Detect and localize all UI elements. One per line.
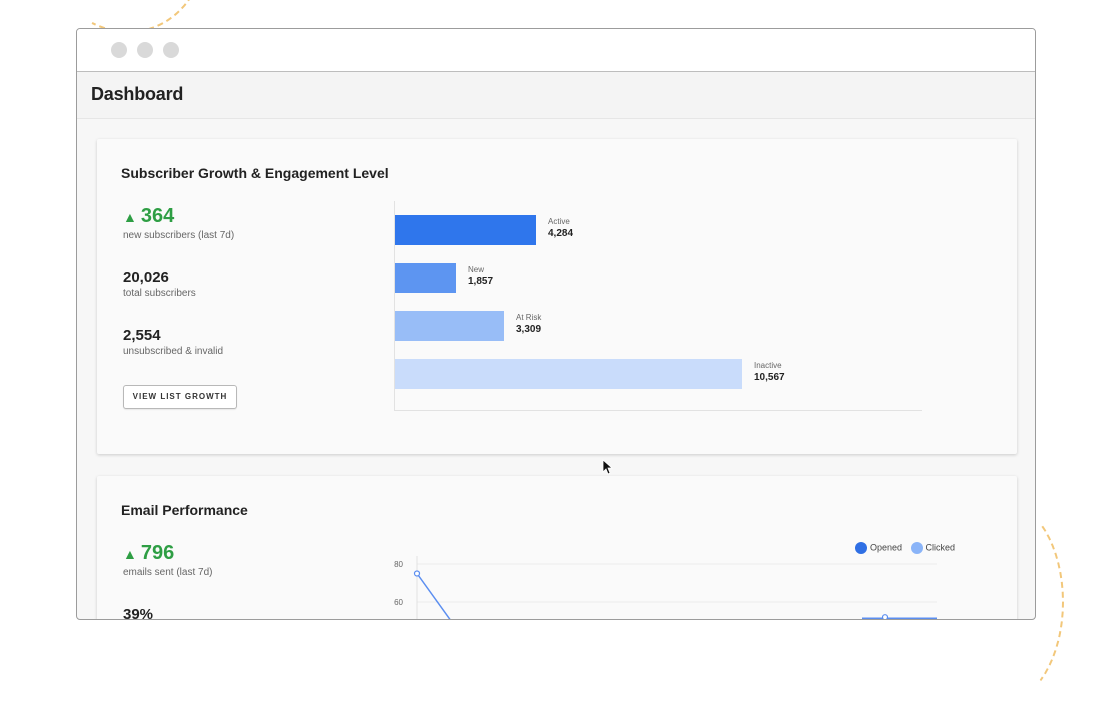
bar-active[interactable] [395, 215, 536, 245]
stat-value: 796 [140, 542, 175, 564]
bar-value-label: 10,567 [754, 372, 785, 383]
stat-label: total subscribers [123, 288, 196, 299]
y-tick-label: 80 [394, 560, 403, 569]
bar-value-label: 1,857 [468, 276, 494, 287]
bar-inactive[interactable] [395, 359, 742, 389]
engagement-bar-chart: Active 4,284 New 1,857 At Risk 3,309 Inactive 1… [394, 201, 924, 411]
up-triangle-icon: ▲ [123, 209, 137, 225]
email-performance-line-chart: 80 60 [394, 556, 937, 620]
window-control-maximize-icon[interactable] [163, 42, 179, 58]
window-titlebar [77, 29, 1035, 72]
view-list-growth-button[interactable]: VIEW LIST GROWTH [123, 385, 237, 409]
emails-sent-stat: ▲ 796 emails sent (last 7d) [123, 542, 212, 578]
total-subscribers-stat: 20,026 total subscribers [123, 269, 196, 299]
bar-at-risk[interactable] [395, 311, 504, 341]
stat-value: 20,026 [123, 269, 169, 286]
subscriber-growth-card: Subscriber Growth & Engagement Level ▲ 36… [97, 139, 1017, 475]
up-triangle-icon: ▲ [123, 546, 137, 562]
page-header: Dashboard [77, 72, 1035, 119]
unsubscribed-stat: 2,554 unsubscribed & invalid [123, 327, 223, 357]
stat-value: 364 [140, 205, 175, 227]
bar-label: Active 4,284 [548, 217, 573, 239]
stat-label: emails sent (last 7d) [123, 567, 213, 578]
legend-label: Opened [870, 542, 903, 553]
bar-category-label: At Risk [516, 313, 542, 322]
legend-item-clicked[interactable]: Clicked [910, 542, 956, 554]
chart-legend: Opened Clicked [855, 542, 961, 554]
bar-category-label: Inactive [754, 361, 782, 370]
bar-label: Inactive 10,567 [754, 361, 785, 383]
stat-value: 39% [123, 606, 154, 620]
y-tick-label: 60 [394, 598, 403, 607]
bar-label: At Risk 3,309 [516, 313, 541, 335]
new-subscribers-stat: ▲ 364 new subscribers (last 7d) [123, 205, 234, 241]
data-point-clicked[interactable] [881, 614, 889, 620]
stat-label: unsubscribed & invalid [123, 346, 224, 357]
stat-label: new subscribers (last 7d) [123, 230, 235, 241]
card-title: Subscriber Growth & Engagement Level [121, 165, 389, 181]
data-point-opened[interactable] [413, 570, 421, 577]
bar-new[interactable] [395, 263, 456, 293]
window-control-close-icon[interactable] [111, 42, 127, 58]
legend-item-opened[interactable]: Opened [855, 542, 902, 554]
bar-value-label: 3,309 [516, 324, 542, 335]
bar-value-label: 4,284 [548, 228, 574, 239]
legend-swatch [910, 542, 923, 554]
open-rate-stat: 39% [123, 606, 154, 620]
email-performance-card: Email Performance ▲ 796 emails sent (last… [97, 476, 1017, 620]
stat-value: 2,554 [123, 327, 161, 344]
legend-label: Clicked [925, 542, 956, 553]
browser-window: Dashboard Subscriber Growth & Engagement… [76, 28, 1036, 620]
legend-swatch [855, 542, 867, 554]
bar-category-label: New [468, 265, 485, 274]
card-title: Email Performance [121, 502, 248, 518]
bar-category-label: Active [548, 217, 570, 226]
window-control-minimize-icon[interactable] [137, 42, 153, 58]
page-title: Dashboard [91, 84, 184, 104]
bar-label: New 1,857 [468, 265, 493, 287]
chart-axis-x [394, 410, 922, 411]
series-line-opened [416, 573, 451, 619]
mouse-cursor-icon [602, 459, 614, 475]
